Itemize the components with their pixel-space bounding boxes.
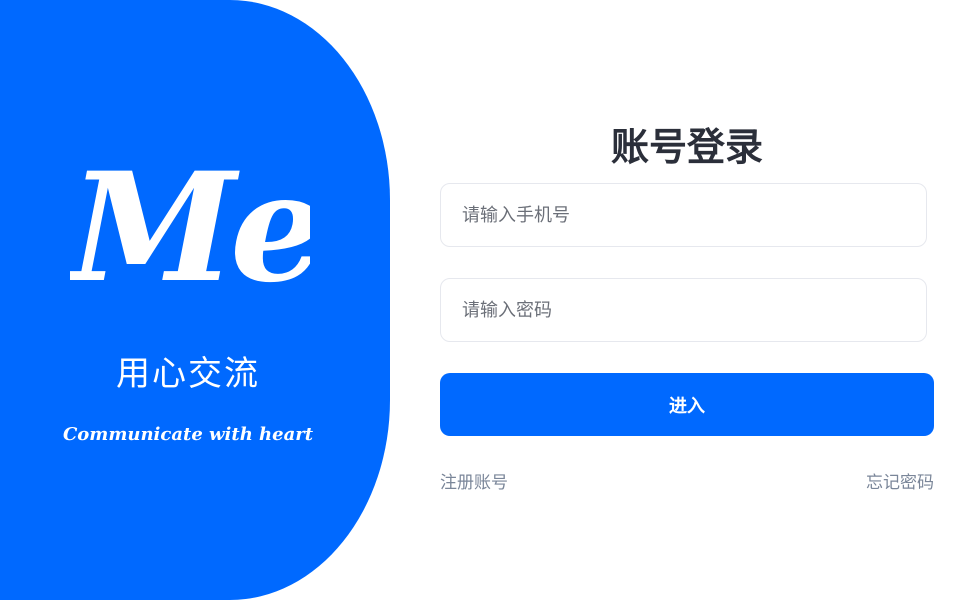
register-link[interactable]: 注册账号 [440, 468, 508, 493]
brand-tagline-en: Communicate with heart [62, 424, 314, 445]
login-page: Me 用心交流 Communicate with heart 账号登录 进入 注… [0, 0, 957, 600]
svg-text:Me: Me [70, 162, 310, 302]
phone-input[interactable] [441, 184, 926, 246]
phone-field [440, 183, 927, 247]
forgot-password-link[interactable]: 忘记密码 [866, 468, 934, 493]
enter-button[interactable]: 进入 [440, 373, 934, 436]
password-input[interactable] [441, 279, 926, 341]
password-field [440, 278, 927, 342]
brand-panel: Me 用心交流 Communicate with heart [0, 0, 390, 600]
login-title: 账号登录 [610, 125, 763, 169]
app-logo: Me [70, 162, 310, 302]
brand-tagline-cn: 用心交流 [116, 354, 260, 394]
